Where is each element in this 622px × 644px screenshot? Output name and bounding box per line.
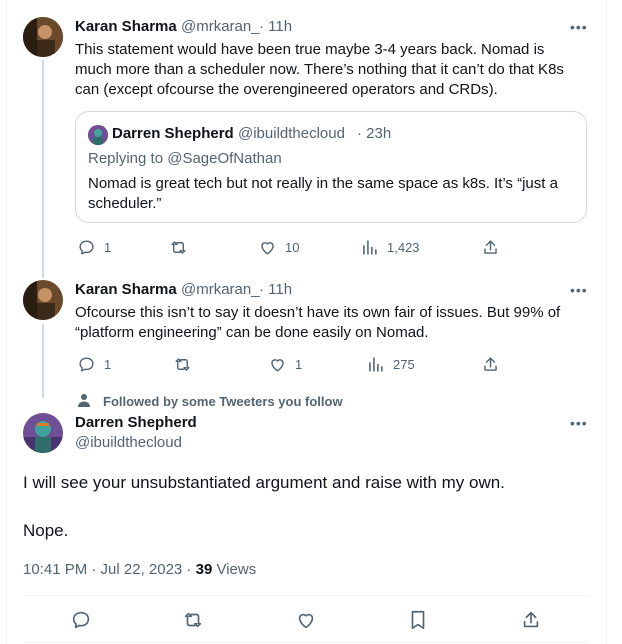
reply-icon: [72, 611, 90, 629]
tweet-text-line: “platform engineering” can be done easil…: [75, 324, 429, 341]
author-handle[interactable]: @mrkaran_: [181, 18, 260, 35]
views-count: 275: [393, 357, 415, 372]
reply-count: 1: [104, 357, 112, 372]
quoted-avatar: [88, 125, 108, 145]
tweet-text-line: This statement would have been true mayb…: [75, 41, 545, 58]
author-name[interactable]: Karan Sharma: [75, 18, 177, 35]
like-count: 1: [295, 357, 303, 372]
tweet-text: Nope.: [23, 521, 69, 540]
retweet-icon: [175, 358, 190, 371]
bookmark-button[interactable]: [407, 609, 429, 631]
tweet-time[interactable]: · 11h: [259, 281, 292, 298]
like-button[interactable]: 1: [268, 355, 302, 374]
author-name[interactable]: Darren Shepherd: [75, 414, 197, 431]
like-button[interactable]: [295, 609, 317, 631]
like-button[interactable]: 10: [258, 238, 299, 257]
quoted-author-name: Darren Shepherd: [112, 125, 234, 142]
tweet-text-line: can (except ofcourse the overengineered …: [75, 81, 498, 98]
author-handle[interactable]: @mrkaran_: [181, 281, 260, 298]
tweet-text: I will see your unsubstantiated argument…: [23, 473, 505, 492]
retweet-button[interactable]: [182, 609, 204, 631]
reply-button[interactable]: 1: [77, 355, 111, 374]
share-button[interactable]: [520, 609, 542, 631]
person-icon: [77, 393, 91, 412]
tweet-time[interactable]: · 11h: [259, 18, 292, 35]
heart-icon: [271, 359, 284, 372]
share-button[interactable]: [481, 238, 500, 257]
share-icon: [484, 357, 497, 371]
divider: [24, 642, 590, 643]
heart-icon: [261, 242, 274, 255]
heart-icon: [298, 613, 314, 629]
thread-line: [42, 60, 44, 278]
share-button[interactable]: [481, 355, 500, 374]
avatar[interactable]: [23, 280, 63, 320]
retweet-icon: [171, 241, 186, 254]
tweet-text-line: Ofcourse this isn’t to say it doesn’t ha…: [75, 304, 561, 321]
tweet-text: Ofcourse this isn’t to say it doesn’t ha…: [75, 303, 560, 343]
quoted-text: Nomad is great tech but not really in th…: [88, 174, 558, 214]
quoted-author-handle: @ibuildthecloud: [238, 125, 345, 142]
reply-icon: [79, 357, 94, 372]
views-button[interactable]: 275: [366, 355, 415, 374]
quoted-tweet-time: · 23h: [357, 125, 392, 142]
share-icon: [484, 240, 497, 254]
views-icon: [363, 240, 377, 255]
thread-line: [42, 324, 44, 398]
quoted-text-line: scheduler.”: [88, 195, 162, 212]
views-label: Views: [216, 561, 257, 578]
view-count: 39: [195, 561, 213, 578]
share-icon: [523, 611, 539, 628]
more-options-button[interactable]: •••: [570, 282, 588, 298]
retweet-button[interactable]: [169, 238, 196, 257]
more-options-button[interactable]: •••: [570, 19, 588, 35]
reply-button[interactable]: [70, 609, 92, 631]
like-count: 10: [285, 240, 300, 255]
reply-button[interactable]: 1: [77, 238, 111, 257]
divider: [24, 595, 590, 596]
tweet-text: This statement would have been true mayb…: [75, 40, 564, 100]
more-options-button[interactable]: •••: [570, 415, 588, 431]
quoted-text-line: Nomad is great tech but not really in th…: [88, 175, 558, 192]
retweet-icon: [184, 612, 202, 628]
views-count: 1,423: [387, 240, 420, 255]
views-icon: [369, 357, 383, 372]
social-context[interactable]: Followed by some Tweeters you follow: [103, 394, 343, 409]
retweet-button[interactable]: [173, 355, 200, 374]
tweet-text-line: much more than a scheduler now. There’s …: [75, 61, 564, 78]
tweet-timestamp[interactable]: 10:41 PM · Jul 22, 2023 ·: [23, 561, 191, 578]
reply-count: 1: [104, 240, 112, 255]
views-button[interactable]: 1,423: [360, 238, 420, 257]
quoted-tweet[interactable]: Darren Shepherd @ibuildthecloud · 23h Re…: [75, 111, 587, 223]
author-name[interactable]: Karan Sharma: [75, 281, 177, 298]
replying-to: Replying to @SageOfNathan: [88, 150, 282, 167]
tweet-meta: 10:41 PM · Jul 22, 2023 · 39 Views: [23, 561, 256, 578]
avatar[interactable]: [23, 413, 63, 453]
author-handle[interactable]: @ibuildthecloud: [75, 434, 182, 451]
reply-icon: [79, 240, 94, 255]
avatar[interactable]: [23, 17, 63, 57]
bookmark-icon: [411, 610, 425, 630]
